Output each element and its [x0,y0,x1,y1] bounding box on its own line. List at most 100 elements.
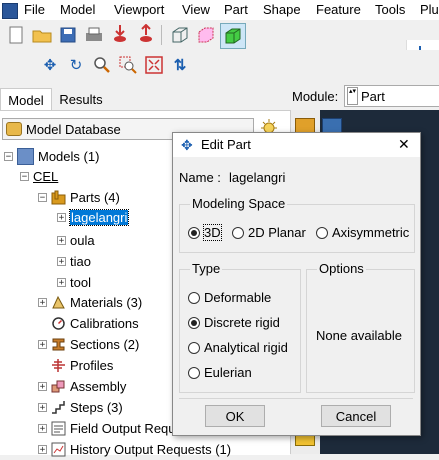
render-shaded-icon[interactable] [220,23,246,49]
tree-label-cel: CEL [33,168,59,184]
render-wireframe-icon[interactable] [170,25,190,45]
menu-view[interactable]: View [182,2,210,17]
toolbar-separator [161,25,162,45]
menu-plugins[interactable]: Plu [420,2,439,17]
tree-item-calibrations[interactable]: Calibrations [51,313,139,333]
materials-icon [51,295,66,310]
render-hidden-icon[interactable] [196,25,216,45]
tree-label-parts: Parts (4) [70,189,120,205]
expand-icon[interactable]: + [38,402,47,412]
radio-button[interactable] [188,291,200,304]
print-icon[interactable] [84,25,104,45]
app-icon[interactable] [2,3,18,19]
radio-button[interactable] [188,366,200,379]
spinner-icon[interactable]: ▴▾ [347,87,358,105]
radio-button[interactable] [316,226,328,239]
menu-model[interactable]: Model [60,2,95,17]
radio-button[interactable] [188,226,200,239]
box-zoom-icon[interactable] [118,55,138,75]
tree-item-cel[interactable]: − CEL [20,166,58,186]
collapse-icon[interactable]: − [38,192,47,202]
dialog-divider [179,398,413,399]
tree-item-field-output[interactable]: + Field Output Requ [38,418,176,438]
tree-label-steps: Steps (3) [70,399,123,415]
model-database-label: Model Database [26,121,121,137]
tree-item-parts[interactable]: − Parts (4) [38,187,120,207]
radio-discrete-rigid[interactable]: Discrete rigid [188,315,280,330]
tree-item-part[interactable]: + tiao [57,251,91,271]
import-icon[interactable] [110,24,130,44]
toolbar-view: ✥ ↻ ⇅ [0,50,439,80]
module-value: Part [361,88,385,104]
ok-button[interactable]: OK [205,405,265,427]
tree-item-part[interactable]: + lagelangri [57,207,130,227]
module-select[interactable]: ▴▾ Part [344,85,439,107]
expand-icon[interactable]: + [38,423,47,433]
tree-item-history-output[interactable]: + History Output Requests (1) [38,439,231,459]
modeling-space-title: Modeling Space [190,196,288,211]
tree-item-profiles[interactable]: Profiles [51,355,113,375]
expand-icon[interactable]: + [57,256,66,266]
menu-part[interactable]: Part [224,2,248,17]
menu-viewport[interactable]: Viewport [114,2,164,17]
menu-shape[interactable]: Shape [263,2,301,17]
type-title: Type [190,261,223,276]
zoom-icon[interactable] [92,55,112,75]
radio-3d[interactable]: 3D [188,224,222,241]
collapse-icon[interactable]: − [4,151,13,161]
menu-tools[interactable]: Tools [375,2,405,17]
cycle-views-icon[interactable]: ⇅ [170,55,190,75]
name-label: Name : [179,170,221,185]
save-icon[interactable] [58,25,78,45]
tree-item-steps[interactable]: + Steps (3) [38,397,123,417]
expand-icon[interactable]: + [57,212,66,222]
tree-label-part-selected: lagelangri [68,208,130,226]
dialog-titlebar[interactable]: ✥ Edit Part ✕ [173,133,420,157]
auto-fit-icon[interactable] [144,55,164,75]
history-output-icon [51,442,66,457]
tree-item-part[interactable]: + oula [57,230,95,250]
expand-icon[interactable]: + [38,297,47,307]
expand-icon[interactable]: + [57,277,66,287]
menu-file[interactable]: File [24,2,45,17]
radio-analytical-rigid-label: Analytical rigid [204,340,288,355]
dialog-icon: ✥ [181,137,193,153]
tree-item-part[interactable]: + tool [57,272,91,292]
tree-item-assembly[interactable]: + Assembly [38,376,126,396]
options-none-text: None available [316,328,403,343]
tree-label-field-output: Field Output Requ [70,420,176,436]
expand-icon[interactable]: + [38,339,47,349]
radio-deformable[interactable]: Deformable [188,290,271,305]
new-file-icon[interactable] [6,25,26,45]
tree-item-sections[interactable]: + Sections (2) [38,334,139,354]
options-title: Options [317,261,366,276]
close-icon[interactable]: ✕ [398,136,410,153]
radio-analytical-rigid[interactable]: Analytical rigid [188,340,288,355]
tree-item-materials[interactable]: + Materials (3) [38,292,142,312]
tab-model[interactable]: Model [0,88,52,111]
radio-button[interactable] [232,226,244,239]
expand-icon[interactable]: + [38,381,47,391]
radio-button[interactable] [188,341,200,354]
radio-2d-planar[interactable]: 2D Planar [232,225,306,240]
menu-feature[interactable]: Feature [316,2,361,17]
radio-button[interactable] [188,316,200,329]
collapse-icon[interactable]: − [20,171,29,181]
tree-label-assembly: Assembly [70,378,127,394]
field-output-icon [51,421,66,436]
expand-icon[interactable]: + [57,235,66,245]
radio-axisymmetric[interactable]: Axisymmetric [316,225,409,240]
tab-results[interactable]: Results [52,88,110,110]
rotate-icon[interactable]: ↻ [66,55,86,75]
open-folder-icon[interactable] [32,25,52,45]
radio-eulerian-label: Eulerian [204,365,252,380]
expand-icon[interactable]: + [38,444,47,454]
radio-eulerian[interactable]: Eulerian [188,365,252,380]
pan-icon[interactable]: ✥ [40,55,60,75]
export-icon[interactable] [136,24,156,44]
tree-item-models[interactable]: − Models (1) [4,146,99,166]
radio-2d-label: 2D Planar [248,225,306,240]
assembly-icon [51,379,66,394]
cancel-button[interactable]: Cancel [321,405,391,427]
module-label: Module: [292,89,339,104]
